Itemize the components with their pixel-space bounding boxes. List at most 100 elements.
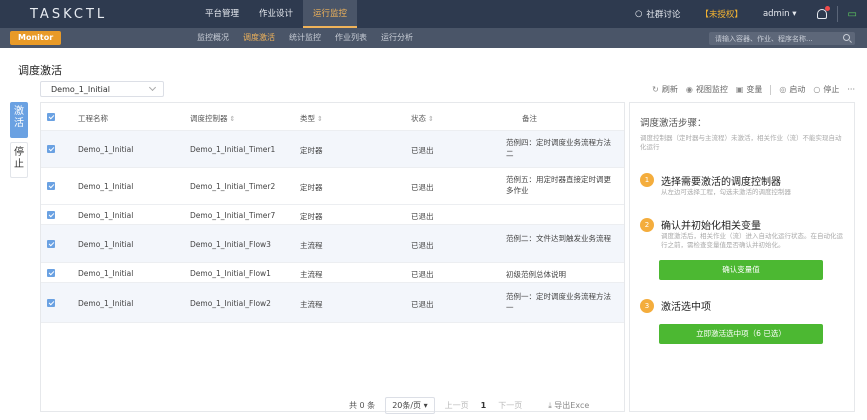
refresh-button[interactable]: ↻ 刷新 xyxy=(648,84,682,95)
header-right: ○ 社群讨论 【未授权】 admin ▾ ▭ xyxy=(625,0,867,28)
header-controller[interactable]: 调度控制器 ⇕ xyxy=(190,113,235,124)
start-button[interactable]: ◎ 启动 xyxy=(775,84,809,95)
cell-project: Demo_1_Initial xyxy=(78,299,134,308)
step-2-number: 2 xyxy=(640,218,654,232)
project-select-value: Demo_1_Initial xyxy=(51,85,110,94)
export-excel-button[interactable]: ⤓ 导出Exce xyxy=(528,400,589,411)
select-all-checkbox[interactable] xyxy=(47,113,55,121)
community-label: 社群讨论 xyxy=(646,10,681,20)
cell-controller: Demo_1_Initial_Flow1 xyxy=(190,269,271,278)
sort-icon: ⇕ xyxy=(229,115,236,123)
bell-icon xyxy=(816,6,830,19)
tab-stop[interactable]: 停止 xyxy=(10,142,28,178)
app-logo[interactable]: TASKCTL xyxy=(30,7,107,22)
row-checkbox[interactable] xyxy=(47,240,55,248)
chat-icon[interactable]: ▭ xyxy=(838,9,867,20)
nav-platform-management[interactable]: 平台管理 xyxy=(195,0,249,28)
stop-icon: ○ xyxy=(813,85,821,94)
monitor-tag: Monitor xyxy=(10,31,62,45)
row-checkbox[interactable] xyxy=(47,182,55,190)
cell-controller: Demo_1_Initial_Timer1 xyxy=(190,145,276,154)
global-search xyxy=(709,32,855,45)
table-row[interactable]: Demo_1_Initial Demo_1_Initial_Timer2 定时器… xyxy=(41,168,624,205)
cell-controller: Demo_1_Initial_Flow3 xyxy=(190,240,271,249)
cell-note: 范例四：定时调度业务流程方法二 xyxy=(506,138,611,158)
top-header: TASKCTL 平台管理 作业设计 运行监控 ○ 社群讨论 【未授权】 admi… xyxy=(0,0,867,28)
header-type-label: 类型 xyxy=(300,114,315,123)
cell-project: Demo_1_Initial xyxy=(78,269,134,278)
cell-type: 主流程 xyxy=(300,300,323,309)
prev-page-button[interactable]: 上一页 xyxy=(439,400,475,411)
row-checkbox[interactable] xyxy=(47,299,55,307)
play-icon: ◎ xyxy=(779,85,787,94)
stop-button[interactable]: ○ 停止 xyxy=(809,84,843,95)
row-checkbox[interactable] xyxy=(47,269,55,277)
start-label: 启动 xyxy=(789,85,806,94)
subnav-run-analysis[interactable]: 运行分析 xyxy=(374,28,420,48)
cell-project: Demo_1_Initial xyxy=(78,182,134,191)
step-2-subtitle: 调度激活后，相关作业（流）进入自动化运行状态。在自动化运行之前，需检查变量值是否… xyxy=(661,232,843,249)
page-size-select[interactable]: 20条/页 ▾ xyxy=(385,397,435,414)
pagination: 共 0 条 20条/页 ▾ 上一页 1 下一页 ⤓ 导出Exce xyxy=(343,397,589,414)
view-monitor-button[interactable]: ◉ 视图监控 xyxy=(682,84,732,95)
table-row[interactable]: Demo_1_Initial Demo_1_Initial_Timer7 定时器… xyxy=(41,205,624,225)
cell-project: Demo_1_Initial xyxy=(78,211,134,220)
notification-dot xyxy=(824,6,830,11)
step-1-number: 1 xyxy=(640,173,654,187)
nav-run-monitor[interactable]: 运行监控 xyxy=(303,0,358,28)
cell-note: 范例一：定时调度业务流程方法一 xyxy=(506,292,611,312)
step-2-title: 确认并初始化相关变量 xyxy=(661,221,761,232)
variables-label: 变量 xyxy=(746,85,763,94)
toolbar: ↻ 刷新 ◉ 视图监控 ▣ 变量 ◎ 启动 ○ 停止 ··· xyxy=(648,84,859,95)
next-page-button[interactable]: 下一页 xyxy=(492,400,528,411)
cell-status: 已退出 xyxy=(411,183,434,192)
calendar-icon: ▣ xyxy=(735,85,744,94)
cell-status: 已退出 xyxy=(411,300,434,309)
project-select[interactable]: Demo_1_Initial xyxy=(40,81,164,97)
cell-status: 已退出 xyxy=(411,270,434,279)
subnav-schedule-activate[interactable]: 调度激活 xyxy=(236,28,282,48)
table-row[interactable]: Demo_1_Initial Demo_1_Initial_Flow3 主流程 … xyxy=(41,225,624,263)
step-3-number: 3 xyxy=(640,299,654,313)
header-status[interactable]: 状态 ⇕ xyxy=(411,113,434,124)
nav-job-design[interactable]: 作业设计 xyxy=(249,0,303,28)
subnav-job-list[interactable]: 作业列表 xyxy=(328,28,374,48)
sort-icon: ⇕ xyxy=(317,115,323,123)
community-icon: ○ xyxy=(634,9,643,19)
activate-selected-button[interactable]: 立即激活选中项（6 已选） xyxy=(659,324,823,344)
cell-type: 定时器 xyxy=(300,146,323,155)
activation-steps-panel: 调度激活步骤： 调度控制器（定时器与主流程）未激活，相关作业（流）不能实现自动化… xyxy=(629,102,855,412)
toolbar-divider xyxy=(770,84,772,95)
community-link[interactable]: ○ 社群讨论 xyxy=(625,8,690,20)
tab-activate[interactable]: 激活 xyxy=(10,102,28,138)
subnav-overview[interactable]: 监控概况 xyxy=(190,28,236,48)
user-menu[interactable]: admin ▾ xyxy=(753,9,807,19)
table-row[interactable]: Demo_1_Initial Demo_1_Initial_Flow1 主流程 … xyxy=(41,263,624,283)
notification-button[interactable] xyxy=(807,6,837,19)
table-header: 工程名称 调度控制器 ⇕ 类型 ⇕ 状态 ⇕ 备注 xyxy=(41,103,624,131)
table-row[interactable]: Demo_1_Initial Demo_1_Initial_Flow2 主流程 … xyxy=(41,283,624,323)
cell-status: 已退出 xyxy=(411,146,434,155)
row-checkbox[interactable] xyxy=(47,145,55,153)
sub-nav: 监控概况 调度激活 统计监控 作业列表 运行分析 xyxy=(190,28,420,48)
variables-button[interactable]: ▣ 变量 xyxy=(732,84,767,95)
header-status-label: 状态 xyxy=(411,114,426,123)
subnav-statistics[interactable]: 统计监控 xyxy=(282,28,328,48)
stop-label: 停止 xyxy=(823,85,840,94)
current-page[interactable]: 1 xyxy=(475,401,493,410)
header-type[interactable]: 类型 ⇕ xyxy=(300,113,323,124)
row-checkbox[interactable] xyxy=(47,211,55,219)
search-icon[interactable] xyxy=(843,34,850,41)
cell-note: 范例二：文件达到触发业务流程 xyxy=(506,234,611,243)
more-button[interactable]: ··· xyxy=(843,85,859,94)
cell-status: 已退出 xyxy=(411,241,434,250)
steps-description: 调度控制器（定时器与主流程）未激活，相关作业（流）不能实现自动化运行 xyxy=(640,134,842,151)
cell-controller: Demo_1_Initial_Timer7 xyxy=(190,211,276,220)
confirm-variables-button[interactable]: 确认变量值 xyxy=(659,260,823,280)
cell-controller: Demo_1_Initial_Flow2 xyxy=(190,299,271,308)
table-row[interactable]: Demo_1_Initial Demo_1_Initial_Timer1 定时器… xyxy=(41,131,624,168)
sub-header: Monitor 监控概况 调度激活 统计监控 作业列表 运行分析 xyxy=(0,28,867,48)
unauthorized-badge[interactable]: 【未授权】 xyxy=(690,8,753,20)
cell-project: Demo_1_Initial xyxy=(78,145,134,154)
search-input[interactable] xyxy=(709,32,829,45)
